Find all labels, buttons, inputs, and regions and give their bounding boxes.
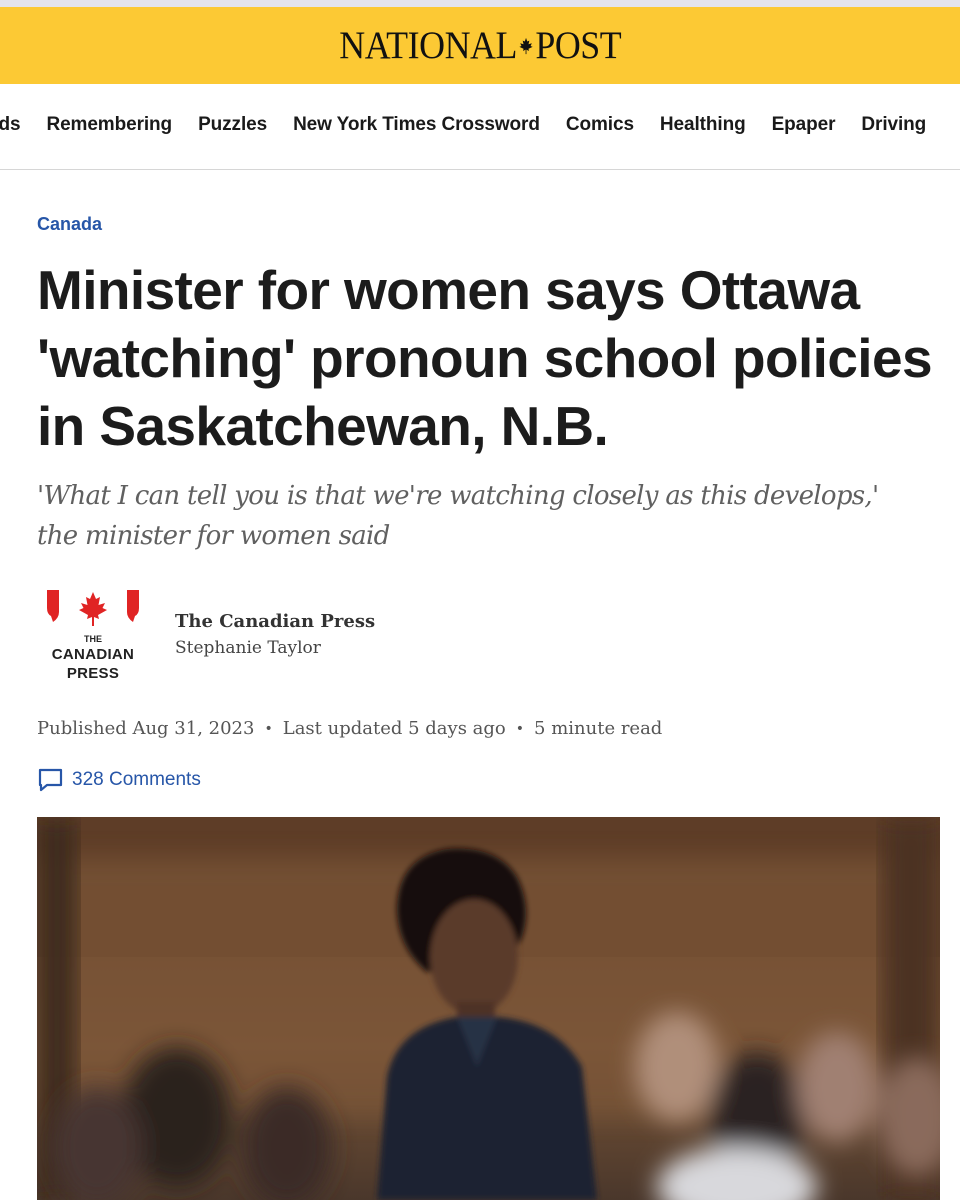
logo-text-right: POST: [535, 24, 621, 67]
section-nav: ads Remembering Puzzles New York Times C…: [0, 84, 960, 170]
read-time: 5 minute read: [534, 718, 663, 739]
article-deck: 'What I can tell you is that we're watch…: [37, 481, 879, 551]
comment-bubble-icon: [37, 766, 64, 793]
masthead: NATIONAL POST: [0, 7, 960, 84]
nav-item-nyt-crossword[interactable]: New York Times Crossword: [293, 114, 540, 136]
nav-row: ads Remembering Puzzles New York Times C…: [0, 114, 952, 136]
byline-author: Stephanie Taylor: [175, 638, 321, 658]
last-updated: Last updated 5 days ago: [282, 718, 506, 739]
logo-text-left: NATIONAL: [338, 24, 517, 67]
nav-item-remembering[interactable]: Remembering: [46, 114, 172, 136]
published-date: Published Aug 31, 2023: [37, 718, 255, 739]
nav-item-driving[interactable]: Driving: [861, 114, 926, 136]
comments-count: 328 Comments: [72, 768, 201, 790]
meta-separator: •: [515, 720, 525, 737]
comments-link[interactable]: 328 Comments: [37, 766, 201, 793]
site-logo[interactable]: NATIONAL POST: [339, 23, 621, 68]
nav-item-healthing[interactable]: Healthing: [660, 114, 746, 136]
article-meta: Published Aug 31, 2023 • Last updated 5 …: [37, 718, 662, 739]
nav-item-epaper[interactable]: Epaper: [772, 114, 836, 136]
article-headline: Minister for women says Ottawa 'watching…: [37, 259, 933, 457]
category-link[interactable]: Canada: [37, 214, 102, 235]
nav-item-comics[interactable]: Comics: [566, 114, 634, 136]
cp-logo-text: THE CANADIAN PRESS: [51, 634, 135, 682]
photo-illustration: [37, 817, 940, 1200]
maple-leaf-icon: [518, 37, 535, 55]
nav-item-ads[interactable]: ads: [0, 114, 21, 136]
canadian-press-logo[interactable]: THE CANADIAN PRESS: [45, 586, 145, 686]
lead-photo[interactable]: [37, 817, 940, 1200]
byline: THE CANADIAN PRESS The Canadian Press St…: [37, 586, 637, 686]
meta-separator: •: [264, 720, 273, 737]
maple-leaf-icon: [47, 590, 139, 626]
byline-source[interactable]: The Canadian Press: [175, 611, 375, 632]
browser-top-strip: [0, 0, 960, 7]
nav-item-puzzles[interactable]: Puzzles: [198, 114, 267, 136]
